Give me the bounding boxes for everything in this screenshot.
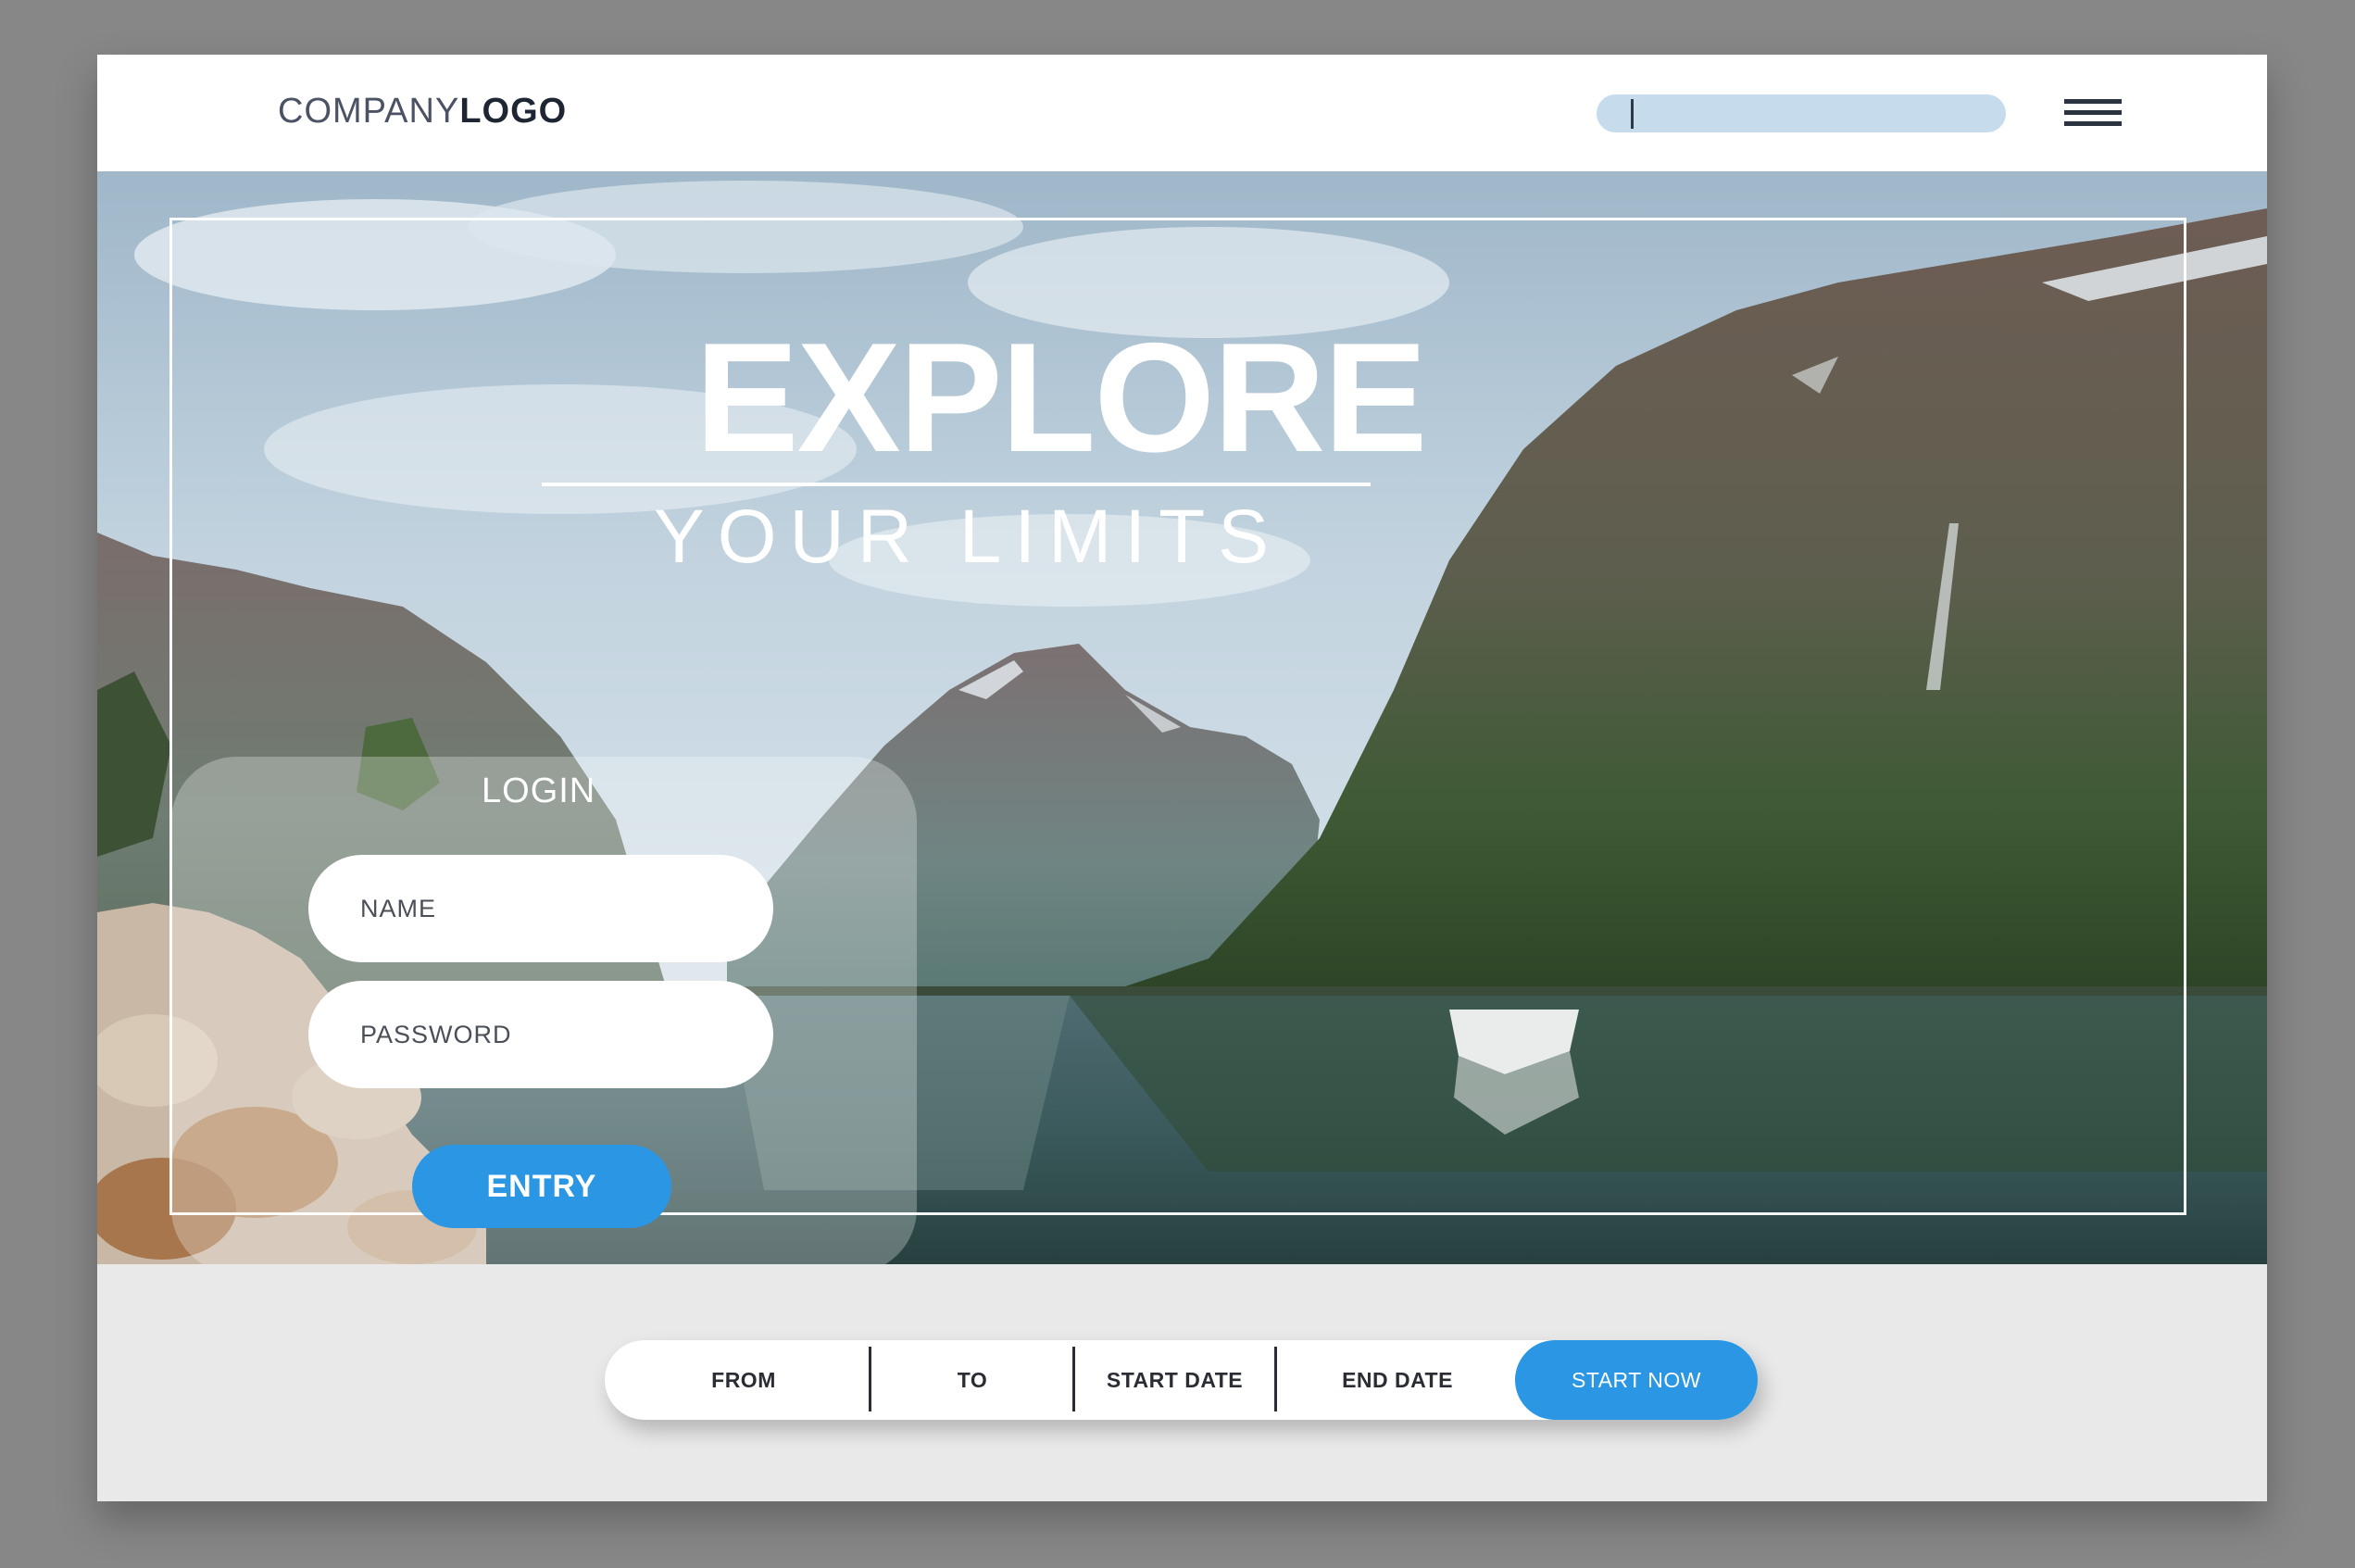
company-logo[interactable]: COMPANYLOGO bbox=[278, 92, 567, 132]
hamburger-menu-icon[interactable] bbox=[2064, 99, 2122, 127]
login-heading: LOGIN bbox=[482, 771, 596, 810]
from-field[interactable]: FROM bbox=[642, 1340, 846, 1420]
logo-light-text: COMPANY bbox=[278, 92, 460, 131]
hero-title-divider bbox=[542, 483, 1371, 486]
booking-search-bar: FROM TO START DATE END DATE START NOW bbox=[605, 1340, 1758, 1420]
name-field[interactable] bbox=[308, 855, 773, 962]
logo-bold-text: LOGO bbox=[459, 92, 568, 131]
end-date-field[interactable]: END DATE bbox=[1277, 1340, 1518, 1420]
to-field[interactable]: TO bbox=[871, 1340, 1073, 1420]
hero-title: EXPLORE bbox=[695, 310, 1428, 484]
entry-button[interactable]: ENTRY bbox=[412, 1145, 671, 1228]
start-now-button[interactable]: START NOW bbox=[1515, 1340, 1758, 1420]
start-date-field[interactable]: START DATE bbox=[1075, 1340, 1274, 1420]
hero-banner: EXPLORE YOUR LIMITS LOGIN ENTRY bbox=[97, 171, 2267, 1264]
search-input[interactable] bbox=[1597, 94, 2006, 132]
hero-subtitle: YOUR LIMITS bbox=[654, 495, 1282, 579]
text-cursor bbox=[1631, 99, 1634, 129]
top-header: COMPANYLOGO bbox=[97, 55, 2267, 171]
password-field[interactable] bbox=[308, 981, 773, 1088]
landing-page: COMPANYLOGO EXPLORE YOUR LIMITS LOGIN NA… bbox=[97, 55, 2267, 1501]
